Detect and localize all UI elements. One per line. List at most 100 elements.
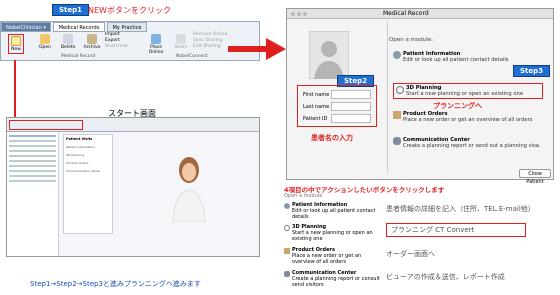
list-item: Product Orders Place a new order or get … [282, 245, 556, 267]
last-name-row: Last name [301, 101, 373, 113]
row-jp-description: 患者情報の詳細を記入（住所、TEL.E-mail他） [386, 205, 535, 213]
patient-id-row: Patient ID [301, 113, 373, 125]
thumb-highlight [9, 120, 83, 130]
row-jp-description: ビューアの作成＆送信、レポート作成 [386, 273, 505, 281]
open-button[interactable]: Open [37, 34, 53, 50]
list-item: Communication Center Create a planning r… [282, 268, 556, 290]
module-desc: Place a new order or get an overview of … [403, 117, 533, 123]
thumb-patient-list [7, 132, 59, 256]
row-desc: Start a new planning or open an existing… [292, 230, 373, 242]
list-item: 3D Planning Start a new planning or open… [282, 222, 556, 244]
module-3d-planning[interactable]: 3D Planning Start a new planning or open… [393, 83, 543, 99]
import-label: Import [105, 32, 120, 37]
share-button[interactable]: Share [173, 34, 189, 50]
last-name-label: Last name [303, 104, 330, 110]
module-product-orders[interactable]: Product Orders Place a new order or get … [393, 111, 543, 125]
new-file-icon [11, 36, 21, 46]
place-online-button[interactable]: Place Online [147, 34, 165, 55]
connector-line [14, 60, 16, 122]
patient-id-field[interactable] [331, 114, 371, 123]
delete-button-label: Delete [60, 45, 76, 50]
thumb-row: Communication Center [66, 169, 101, 173]
cart-icon [284, 248, 290, 254]
patient-id-label: Patient ID [303, 116, 328, 122]
delete-icon [63, 34, 73, 44]
chat-icon [393, 137, 401, 145]
module-desc: Start a new planning or open an existing… [406, 91, 524, 97]
row-desc: Create a planning report or consult send… [292, 276, 380, 288]
dialog-titlebar: Medical Record [287, 9, 553, 19]
person-icon [393, 51, 401, 59]
ribbon-toolbar: NobelClinician ▾ Medical Records My Prac… [0, 21, 260, 61]
chat-icon [284, 271, 290, 277]
import-button[interactable]: Import [105, 32, 120, 37]
remove-online-label: Remove Online [193, 32, 228, 37]
thumb-header: Patient Visits [66, 137, 93, 141]
share-icon [176, 34, 186, 44]
unarchive-label: Unarchive [105, 44, 128, 49]
person-icon [284, 203, 290, 209]
thumb-details-panel: Patient Visits Patient Information 3D Pl… [63, 134, 113, 234]
step1-caption: NEWボタンをクリック [88, 6, 171, 15]
archive-icon [87, 34, 97, 44]
thumb-row: Patient Information [66, 145, 95, 149]
group-medical-record: Medical Record [61, 54, 96, 59]
archive-button[interactable]: Archive [83, 34, 101, 50]
thumb-row: Product Orders [66, 161, 89, 165]
module-communication-center[interactable]: Communication Center Create a planning r… [393, 137, 543, 151]
list-item: Patient Information Edit or look up all … [282, 200, 556, 222]
edit-sharing-label: Edit Sharing [193, 44, 221, 49]
cart-icon [393, 111, 401, 119]
module-desc: Edit or look up all patient contact deta… [403, 57, 509, 63]
place-online-label: Place Online [148, 45, 164, 55]
first-name-label: First name [303, 92, 330, 98]
new-button[interactable]: New [8, 34, 24, 54]
close-window-icon[interactable] [291, 12, 295, 16]
patient-photo [172, 157, 206, 222]
remove-online-button[interactable]: Remove Online [193, 32, 227, 37]
tab-my-practice[interactable]: My Practice [107, 22, 147, 32]
dialog-title: Medical Record [383, 10, 429, 17]
globe-icon [151, 34, 161, 44]
arrow-right-icon [228, 38, 286, 60]
archive-button-label: Archive [83, 45, 101, 50]
group-nobelconnect: NobelConnect [176, 54, 208, 59]
planning-icon [284, 225, 290, 231]
minimize-window-icon[interactable] [297, 12, 301, 16]
step3-label: Step3 [513, 65, 551, 77]
bottom-caption: Step1→Step2→Step3と進みプランニングへ進みます [30, 280, 201, 288]
patient-input-caption: 患者名の入力 [311, 134, 353, 142]
new-button-label: New [11, 47, 21, 52]
module-desc: Create a planning report or send out a p… [403, 143, 541, 149]
delete-button[interactable]: Delete [59, 34, 77, 50]
sync-sharing-label: Sync Sharing [193, 38, 223, 43]
divider [387, 21, 388, 173]
open-button-label: Open [38, 45, 52, 50]
sync-sharing-button[interactable]: Sync Sharing [193, 38, 223, 43]
module-patient-information[interactable]: Patient Information Edit or look up all … [393, 51, 543, 65]
tab-medical-records[interactable]: Medical Records [53, 22, 105, 32]
medical-record-dialog: Medical Record Step2 First name Last nam… [286, 8, 554, 185]
export-label: Export [105, 38, 120, 43]
unarchive-button[interactable]: Unarchive [105, 44, 128, 49]
planning-caption: プランニングへ [433, 102, 482, 110]
last-name-field[interactable] [331, 102, 371, 111]
edit-sharing-button[interactable]: Edit Sharing [193, 44, 220, 49]
first-name-field[interactable] [331, 90, 371, 99]
folder-icon [40, 34, 50, 44]
first-name-row: First name [301, 89, 373, 101]
planning-icon [396, 86, 404, 94]
lower-subheading: Open a module [284, 193, 323, 199]
maximize-window-icon[interactable] [303, 12, 307, 16]
row-jp-description: オーダー画面へ [386, 250, 435, 258]
row-jp-description: プランニング CT Convert [386, 223, 526, 237]
app-menu-tab[interactable]: NobelClinician ▾ [1, 22, 51, 32]
thumb-row: 3D Planning [66, 153, 85, 157]
export-button[interactable]: Export [105, 38, 120, 43]
share-label: Share [174, 45, 188, 50]
close-patient-button[interactable]: Close Patient [519, 169, 551, 185]
open-module-label: Open a module: [389, 37, 434, 43]
row-desc: Edit or look up all patient contact deta… [292, 208, 376, 220]
row-desc: Place a new order or get an overview of … [292, 253, 362, 265]
avatar-placeholder-icon [309, 31, 349, 79]
